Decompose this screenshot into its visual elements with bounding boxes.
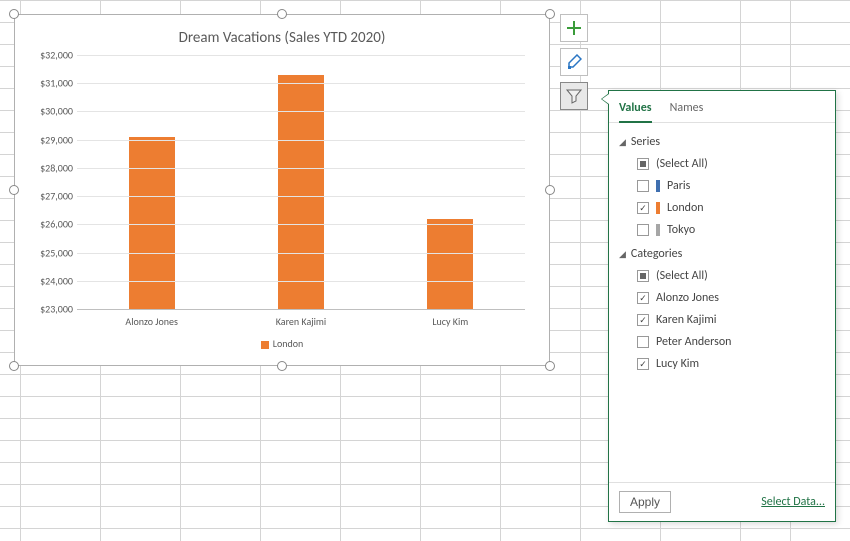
y-tick-label: $27,000 xyxy=(27,190,73,203)
checkbox-icon xyxy=(637,224,649,236)
filter-item-label: Paris xyxy=(667,179,690,193)
resize-handle-s[interactable] xyxy=(277,361,287,371)
select-data-link[interactable]: Select Data... xyxy=(761,495,825,509)
select-all-row[interactable]: (Select All) xyxy=(619,265,825,287)
panel-pointer-icon xyxy=(601,93,609,105)
filter-panel-body: ◢ Series (Select All) Paris ✓ London Tokyo ◢ Cat… xyxy=(609,123,835,482)
series-swatch-icon xyxy=(656,180,660,192)
gridline xyxy=(77,224,525,225)
filter-item-label: Lucy Kim xyxy=(656,357,699,371)
y-tick-label: $28,000 xyxy=(27,161,73,174)
checkbox-icon xyxy=(637,336,649,348)
chart-title[interactable]: Dream Vacations (Sales YTD 2020) xyxy=(15,15,549,51)
resize-handle-e[interactable] xyxy=(545,185,555,195)
y-tick-label: $32,000 xyxy=(27,49,73,62)
select-all-label: (Select All) xyxy=(656,269,708,283)
filter-group-header[interactable]: ◢ Categories xyxy=(619,247,825,261)
filter-item-label: London xyxy=(667,201,704,215)
gridline xyxy=(77,140,525,141)
gridline xyxy=(77,281,525,282)
tab-values[interactable]: Values xyxy=(619,97,652,123)
resize-handle-se[interactable] xyxy=(545,361,555,371)
chart-filters-button[interactable] xyxy=(560,82,588,110)
legend-label: London xyxy=(273,337,304,350)
legend-swatch-icon xyxy=(261,341,269,349)
plot-area[interactable]: $32,000$31,000$30,000$29,000$28,000$27,0… xyxy=(77,55,525,309)
brush-icon xyxy=(566,54,582,70)
bar-group: Karen Kajimi xyxy=(226,55,375,309)
checkbox-icon: ✓ xyxy=(637,314,649,326)
y-tick-label: $30,000 xyxy=(27,105,73,118)
filter-item-label: Tokyo xyxy=(667,223,695,237)
filter-panel-footer: Apply Select Data... xyxy=(609,482,835,521)
filter-group-title: Categories xyxy=(631,247,682,261)
series-swatch-icon xyxy=(656,202,660,214)
x-category-label: Karen Kajimi xyxy=(276,315,326,328)
checkbox-icon xyxy=(637,180,649,192)
y-tick-label: $23,000 xyxy=(27,303,73,316)
filter-item-row[interactable]: ✓ Alonzo Jones xyxy=(619,287,825,309)
checkbox-icon xyxy=(637,270,649,282)
caret-icon: ◢ xyxy=(619,249,626,260)
bar-group: Lucy Kim xyxy=(376,55,525,309)
filter-item-label: Alonzo Jones xyxy=(656,291,719,305)
bars-container: Alonzo JonesKaren KajimiLucy Kim xyxy=(77,55,525,309)
plus-icon xyxy=(566,20,582,36)
filter-item-row[interactable]: ✓ London xyxy=(619,197,825,219)
filter-item-row[interactable]: ✓ Karen Kajimi xyxy=(619,309,825,331)
chart-styles-button[interactable] xyxy=(560,48,588,76)
gridline xyxy=(77,168,525,169)
filter-item-label: Peter Anderson xyxy=(656,335,731,349)
filter-item-row[interactable]: Tokyo xyxy=(619,219,825,241)
filter-item-row[interactable]: Peter Anderson xyxy=(619,331,825,353)
filter-item-label: Karen Kajimi xyxy=(656,313,717,327)
checkbox-icon: ✓ xyxy=(637,202,649,214)
gridline xyxy=(77,196,525,197)
chart-legend[interactable]: London xyxy=(15,337,549,350)
y-tick-label: $26,000 xyxy=(27,218,73,231)
x-category-label: Lucy Kim xyxy=(432,315,468,328)
data-bar[interactable] xyxy=(129,137,175,309)
chart-object[interactable]: Dream Vacations (Sales YTD 2020) $32,000… xyxy=(14,14,550,366)
filter-group-title: Series xyxy=(631,135,660,149)
y-tick-label: $31,000 xyxy=(27,77,73,90)
resize-handle-w[interactable] xyxy=(9,185,19,195)
x-category-label: Alonzo Jones xyxy=(125,315,177,328)
filter-item-row[interactable]: Paris xyxy=(619,175,825,197)
checkbox-icon: ✓ xyxy=(637,358,649,370)
gridline xyxy=(77,253,525,254)
resize-handle-ne[interactable] xyxy=(545,9,555,19)
series-swatch-icon xyxy=(656,224,660,236)
resize-handle-sw[interactable] xyxy=(9,361,19,371)
apply-button[interactable]: Apply xyxy=(619,491,671,513)
filter-tabs: Values Names xyxy=(609,91,835,123)
checkbox-icon xyxy=(637,158,649,170)
funnel-icon xyxy=(566,88,582,104)
filter-item-row[interactable]: ✓ Lucy Kim xyxy=(619,353,825,375)
resize-handle-n[interactable] xyxy=(277,9,287,19)
gridline xyxy=(77,111,525,112)
chart-elements-button[interactable] xyxy=(560,14,588,42)
select-all-label: (Select All) xyxy=(656,157,708,171)
gridline xyxy=(77,309,525,310)
checkbox-icon: ✓ xyxy=(637,292,649,304)
y-tick-label: $24,000 xyxy=(27,274,73,287)
gridline xyxy=(77,55,525,56)
select-all-row[interactable]: (Select All) xyxy=(619,153,825,175)
filter-group-header[interactable]: ◢ Series xyxy=(619,135,825,149)
data-bar[interactable] xyxy=(427,219,473,309)
bar-group: Alonzo Jones xyxy=(77,55,226,309)
data-bar[interactable] xyxy=(278,75,324,309)
chart-filter-panel: Values Names ◢ Series (Select All) Paris ✓ Lo… xyxy=(608,90,836,522)
resize-handle-nw[interactable] xyxy=(9,9,19,19)
gridline xyxy=(77,83,525,84)
y-tick-label: $29,000 xyxy=(27,133,73,146)
tab-names[interactable]: Names xyxy=(670,97,704,122)
y-tick-label: $25,000 xyxy=(27,246,73,259)
caret-icon: ◢ xyxy=(619,137,626,148)
y-axis: $32,000$31,000$30,000$29,000$28,000$27,0… xyxy=(27,55,73,309)
